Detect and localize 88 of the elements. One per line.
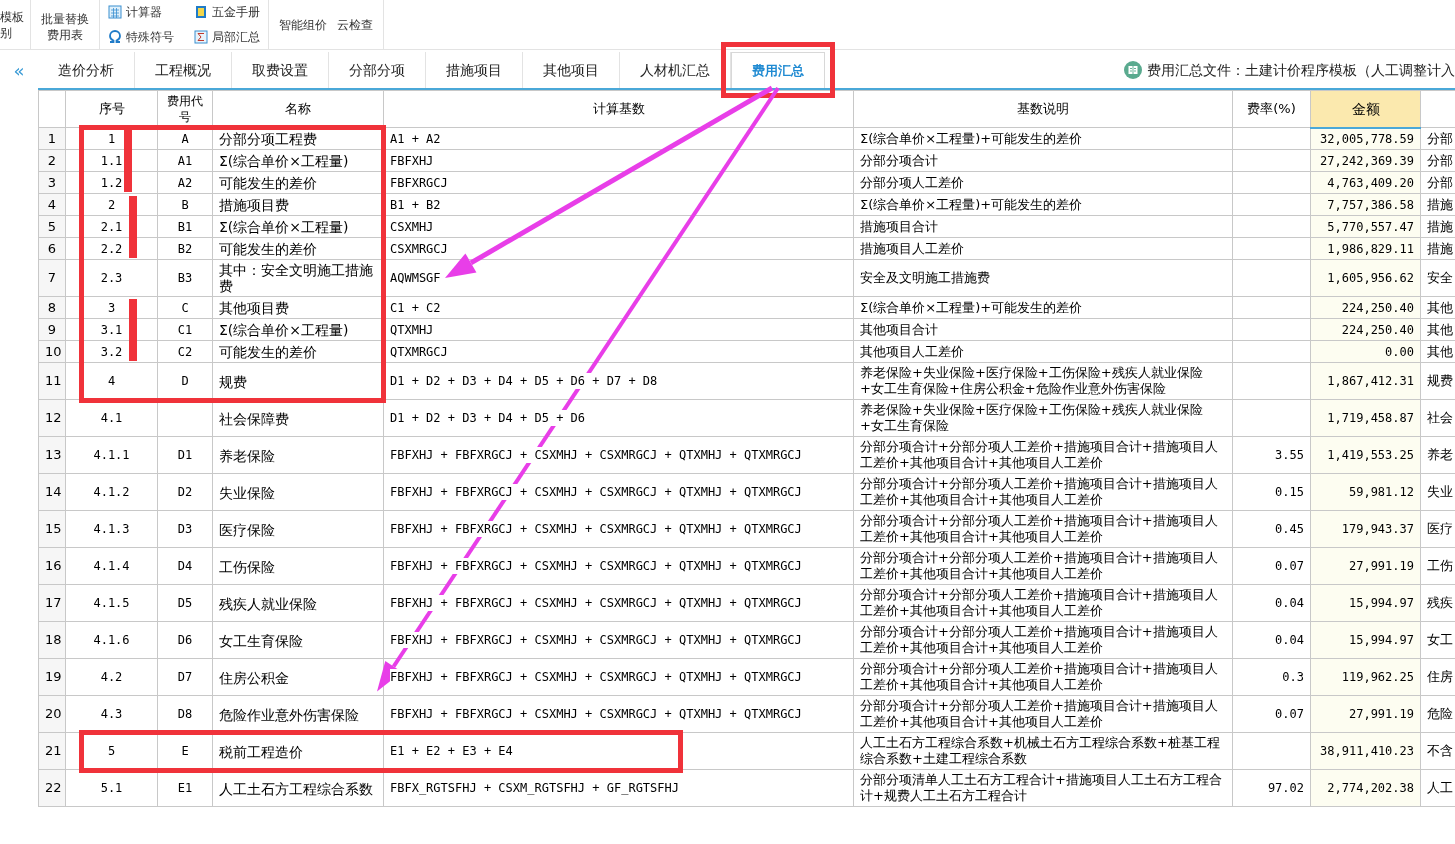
- tab[interactable]: 取费设置: [232, 52, 329, 88]
- toolbar-label: 模板: [0, 8, 24, 25]
- tab[interactable]: 工程概况: [135, 52, 232, 88]
- table-cell: Σ(综合单价×工程量): [219, 153, 349, 169]
- table-cell: FBFX_RGTSFHJ + CSXM_RGTSFHJ + GF_RGTSFHJ: [390, 780, 679, 797]
- book-icon: [194, 5, 208, 20]
- table-cell: 27,991.19: [1348, 706, 1414, 723]
- sigma-icon: [194, 29, 208, 44]
- table-cell: AQWMSGF: [390, 270, 441, 287]
- table-cell: 残疾人就业保险: [219, 595, 317, 612]
- tab[interactable]: 措施项目: [426, 52, 523, 88]
- table-cell: FBFXHJ + FBFXRGCJ + CSXMHJ + CSXMRGCJ + QTXMHJ + QTXMRGCJ: [390, 669, 802, 686]
- document-icon: [1124, 61, 1142, 79]
- table-cell: 女工生育保险: [219, 632, 303, 649]
- table-cell: 措施项目人工差价: [860, 240, 964, 257]
- table-cell: FBFXHJ + FBFXRGCJ + CSXMHJ + CSXMRGCJ + QTXMHJ + QTXMRGCJ: [390, 706, 802, 723]
- table-cell: 179,943.37: [1341, 521, 1414, 538]
- omega-icon: [108, 29, 122, 44]
- table-cell: 1,605,956.62: [1327, 270, 1414, 287]
- table-cell: FBFXHJ + FBFXRGCJ + CSXMHJ + CSXMRGCJ + QTXMHJ + QTXMRGCJ: [390, 484, 802, 501]
- table-cell: 税前工程造价: [219, 743, 303, 760]
- table-cell: Σ(综合单价×工程量): [219, 219, 349, 235]
- calculator-icon: [108, 5, 122, 20]
- table-cell: 安全及文明施工措施费: [860, 270, 990, 287]
- tab[interactable]: 造价分析: [38, 52, 135, 88]
- table-cell: 其他项目人工差价: [860, 343, 964, 360]
- batch-replace-button[interactable]: 批量替换 费用表: [31, 0, 100, 49]
- column-header[interactable]: 名称: [212, 90, 384, 128]
- table-cell: 2,774,202.38: [1327, 780, 1414, 797]
- file-info: 费用汇总文件：土建计价程序模板（人工调整计入: [1147, 60, 1455, 80]
- table-cell: 分部分项人工差价: [860, 174, 964, 191]
- table-cell: 59,981.12: [1348, 484, 1414, 501]
- table-cell: 分部分项工程费: [219, 131, 317, 147]
- marker-bar: [129, 298, 137, 361]
- table-cell: 32,005,778.59: [1320, 131, 1414, 147]
- toolbar-tool[interactable]: 局部汇总: [194, 27, 260, 46]
- table-cell: 规费: [219, 373, 247, 390]
- table-cell: Σ(综合单价×工程量): [219, 322, 349, 338]
- toolbar-label: 别: [0, 24, 13, 41]
- table-cell: 分部分项合计: [860, 152, 938, 169]
- table-cell: 医疗保险: [219, 521, 275, 538]
- table-cell: FBFXHJ + FBFXRGCJ + CSXMHJ + CSXMRGCJ + QTXMHJ + QTXMRGCJ: [390, 595, 802, 612]
- table-cell: 其他项目费: [219, 300, 289, 316]
- column-header[interactable]: 金额: [1310, 90, 1421, 128]
- table-cell: D1 + D2 + D3 + D4 + D5 + D6: [390, 410, 586, 427]
- column-header[interactable]: 计算基数: [383, 90, 854, 128]
- table-cell: 工伤保险: [219, 558, 275, 575]
- table-cell: 1,867,412.31: [1327, 373, 1414, 390]
- table-cell: 养老保险: [219, 447, 275, 464]
- toolbar-tool[interactable]: 计算器: [108, 3, 174, 22]
- table-cell: 1,719,458.87: [1327, 410, 1414, 427]
- column-header[interactable]: 费率(%): [1232, 90, 1311, 128]
- column-header[interactable]: 基数说明: [853, 90, 1233, 128]
- table-cell: 失业保险: [219, 484, 275, 501]
- table-cell: FBFXHJ + FBFXRGCJ + CSXMHJ + CSXMRGCJ + QTXMHJ + QTXMRGCJ: [390, 558, 802, 575]
- table-cell: Σ(综合单价×工程量)+可能发生的差价: [860, 299, 1083, 316]
- table-cell: D1 + D2 + D3 + D4 + D5 + D6 + D7 + D8: [390, 373, 658, 390]
- table-cell: 措施项目费: [219, 197, 289, 213]
- table-cell: FBFXHJ + FBFXRGCJ + CSXMHJ + CSXMRGCJ + QTXMHJ + QTXMRGCJ: [390, 632, 802, 649]
- toolbar-tool[interactable]: 特殊符号: [108, 27, 174, 46]
- marker-bar: [129, 195, 137, 258]
- table-cell: 15,994.97: [1348, 595, 1414, 612]
- table-cell: 措施项目合计: [860, 218, 938, 235]
- table-cell: 38,911,410.23: [1320, 743, 1414, 760]
- toolbar-link[interactable]: 智能组价: [279, 15, 327, 34]
- table-cell: Σ(综合单价×工程量)+可能发生的差价: [860, 196, 1083, 213]
- table-cell: 119,962.25: [1341, 669, 1414, 686]
- table-cell: 人工土石方工程综合系数: [219, 780, 373, 797]
- table-cell: 1,419,553.25: [1327, 447, 1414, 464]
- tab[interactable]: 其他项目: [523, 52, 620, 88]
- tab[interactable]: 分部分项: [329, 52, 426, 88]
- table-cell: FBFXHJ + FBFXRGCJ + CSXMHJ + CSXMRGCJ + QTXMHJ + QTXMRGCJ: [390, 447, 802, 464]
- toolbar-link[interactable]: 云检查: [337, 15, 373, 34]
- table-cell: 15,994.97: [1348, 632, 1414, 649]
- table-cell: 危险作业意外伤害保险: [219, 706, 359, 723]
- table-cell: 可能发生的差价: [219, 344, 317, 360]
- table-cell: Σ(综合单价×工程量)+可能发生的差价: [860, 130, 1083, 147]
- table-cell: 27,991.19: [1348, 558, 1414, 575]
- table-cell: FBFXHJ + FBFXRGCJ + CSXMHJ + CSXMRGCJ + QTXMHJ + QTXMRGCJ: [390, 521, 802, 538]
- column-header[interactable]: 费用代号: [157, 90, 213, 128]
- table-cell: 社会保障费: [219, 410, 289, 427]
- table-cell: 可能发生的差价: [219, 241, 317, 257]
- table-cell: 其他项目合计: [860, 321, 938, 338]
- table-cell: 可能发生的差价: [219, 175, 317, 191]
- column-header[interactable]: 序号: [65, 90, 158, 128]
- table-cell: 住房公积金: [219, 669, 289, 686]
- toolbar-tool[interactable]: 五金手册: [194, 3, 260, 22]
- marker-bar: [124, 129, 132, 192]
